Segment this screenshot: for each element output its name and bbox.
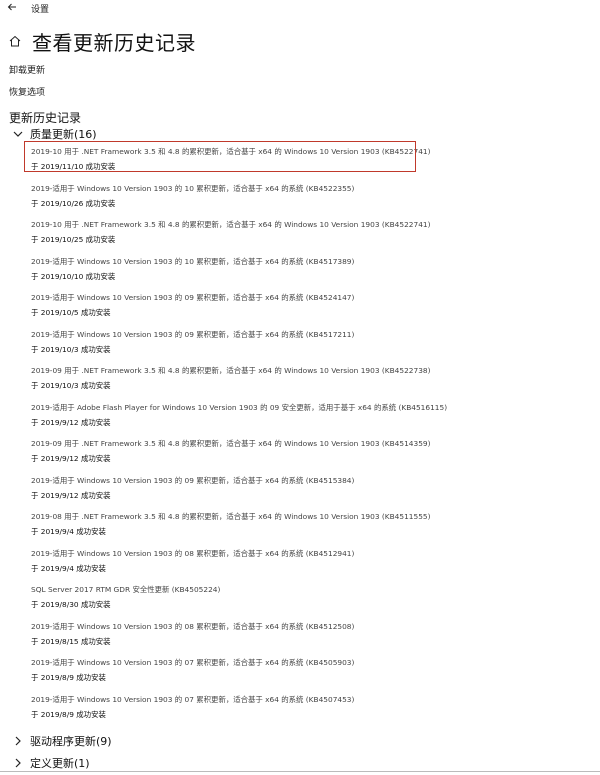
page-title: 查看更新历史记录 xyxy=(32,31,196,55)
update-item[interactable]: 2019-08 用于 .NET Framework 3.5 和 4.8 的累积更… xyxy=(31,512,451,549)
recovery-options-link[interactable]: 恢复选项 xyxy=(9,85,45,98)
update-name[interactable]: 2019-适用于 Windows 10 Version 1903 的 10 累积… xyxy=(31,257,451,267)
chevron-down-icon xyxy=(13,131,23,137)
app-title: 设置 xyxy=(31,5,50,15)
uninstall-updates-link[interactable]: 卸载更新 xyxy=(9,63,45,76)
update-name[interactable]: 2019-08 用于 .NET Framework 3.5 和 4.8 的累积更… xyxy=(31,512,451,522)
update-name[interactable]: 2019-适用于 Windows 10 Version 1903 的 08 累积… xyxy=(31,549,451,559)
update-name[interactable]: 2019-适用于 Windows 10 Version 1903 的 08 累积… xyxy=(31,622,451,632)
update-status: 于 2019/8/9 成功安装 xyxy=(31,709,106,719)
chevron-right-icon xyxy=(15,758,21,768)
update-item[interactable]: 2019-适用于 Windows 10 Version 1903 的 09 累积… xyxy=(31,293,451,330)
driver-updates-label: 驱动程序更新(9) xyxy=(30,735,112,748)
update-status: 于 2019/10/25 成功安装 xyxy=(31,235,116,244)
update-item[interactable]: 2019-适用于 Windows 10 Version 1903 的 07 累积… xyxy=(31,695,451,732)
back-button[interactable] xyxy=(4,0,20,14)
quality-updates-list: 2019-10 用于 .NET Framework 3.5 和 4.8 的累积更… xyxy=(31,147,451,731)
update-history-heading: 更新历史记录 xyxy=(9,111,82,125)
update-item[interactable]: 2019-适用于 Windows 10 Version 1903 的 09 累积… xyxy=(31,476,451,513)
update-status: 于 2019/10/10 成功安装 xyxy=(31,271,116,281)
update-status: 于 2019/10/3 成功安装 xyxy=(31,344,111,354)
update-name[interactable]: 2019-适用于 Windows 10 Version 1903 的 07 累积… xyxy=(31,658,451,668)
update-status: 于 2019/9/12 成功安装 xyxy=(31,417,111,427)
update-name[interactable]: 2019-适用于 Windows 10 Version 1903 的 09 累积… xyxy=(31,293,451,303)
definition-updates-group-toggle[interactable]: 定义更新(1) xyxy=(12,755,90,771)
back-arrow-icon xyxy=(7,3,16,11)
update-status: 于 2019/10/26 成功安装 xyxy=(31,198,116,208)
update-name[interactable]: 2019-09 用于 .NET Framework 3.5 和 4.8 的累积更… xyxy=(31,439,451,449)
update-item[interactable]: 2019-10 用于 .NET Framework 3.5 和 4.8 的累积更… xyxy=(31,220,451,257)
title-bar: 设置 xyxy=(0,0,600,16)
update-item[interactable]: 2019-适用于 Windows 10 Version 1903 的 08 累积… xyxy=(31,622,451,659)
update-name[interactable]: SQL Server 2017 RTM GDR 安全性更新 (KB4505224… xyxy=(31,585,451,595)
definition-updates-label: 定义更新(1) xyxy=(30,757,90,770)
home-icon[interactable] xyxy=(8,33,22,47)
update-status: 于 2019/9/4 成功安装 xyxy=(31,563,106,573)
update-item[interactable]: 2019-适用于 Adobe Flash Player for Windows … xyxy=(31,403,451,440)
update-status: 于 2019/9/12 成功安装 xyxy=(31,454,111,463)
update-item[interactable]: 2019-适用于 Windows 10 Version 1903 的 10 累积… xyxy=(31,257,451,294)
quality-updates-group-toggle[interactable]: 质量更新(16) xyxy=(12,126,97,142)
update-item[interactable]: 2019-适用于 Windows 10 Version 1903 的 09 累积… xyxy=(31,330,451,367)
update-status: 于 2019/8/15 成功安装 xyxy=(31,636,111,646)
update-item[interactable]: 2019-09 用于 .NET Framework 3.5 和 4.8 的累积更… xyxy=(31,439,451,476)
update-name[interactable]: 2019-适用于 Windows 10 Version 1903 的 10 累积… xyxy=(31,184,451,194)
update-status: 于 2019/9/12 成功安装 xyxy=(31,490,111,500)
update-status: 于 2019/9/4 成功安装 xyxy=(31,527,106,536)
update-item[interactable]: 2019-适用于 Windows 10 Version 1903 的 10 累积… xyxy=(31,184,451,221)
chevron-right-icon xyxy=(15,736,21,746)
quality-updates-label: 质量更新(16) xyxy=(30,128,97,141)
update-status: 于 2019/11/10 成功安装 xyxy=(31,162,116,171)
driver-updates-group-toggle[interactable]: 驱动程序更新(9) xyxy=(12,733,112,749)
update-item[interactable]: 2019-09 用于 .NET Framework 3.5 和 4.8 的累积更… xyxy=(31,366,451,403)
update-name[interactable]: 2019-10 用于 .NET Framework 3.5 和 4.8 的累积更… xyxy=(31,147,451,157)
update-name[interactable]: 2019-适用于 Windows 10 Version 1903 的 09 累积… xyxy=(31,476,451,486)
update-status: 于 2019/8/30 成功安装 xyxy=(31,600,111,609)
update-status: 于 2019/8/9 成功安装 xyxy=(31,673,106,682)
bottom-divider xyxy=(0,771,600,772)
update-name[interactable]: 2019-适用于 Windows 10 Version 1903 的 09 累积… xyxy=(31,330,451,340)
update-item[interactable]: SQL Server 2017 RTM GDR 安全性更新 (KB4505224… xyxy=(31,585,451,622)
update-name[interactable]: 2019-09 用于 .NET Framework 3.5 和 4.8 的累积更… xyxy=(31,366,451,376)
update-item[interactable]: 2019-10 用于 .NET Framework 3.5 和 4.8 的累积更… xyxy=(31,147,451,184)
update-name[interactable]: 2019-适用于 Adobe Flash Player for Windows … xyxy=(31,403,451,413)
update-name[interactable]: 2019-适用于 Windows 10 Version 1903 的 07 累积… xyxy=(31,695,451,705)
update-status: 于 2019/10/5 成功安装 xyxy=(31,308,111,317)
update-item[interactable]: 2019-适用于 Windows 10 Version 1903 的 08 累积… xyxy=(31,549,451,586)
update-name[interactable]: 2019-10 用于 .NET Framework 3.5 和 4.8 的累积更… xyxy=(31,220,451,230)
update-item[interactable]: 2019-适用于 Windows 10 Version 1903 的 07 累积… xyxy=(31,658,451,695)
update-status: 于 2019/10/3 成功安装 xyxy=(31,381,111,390)
